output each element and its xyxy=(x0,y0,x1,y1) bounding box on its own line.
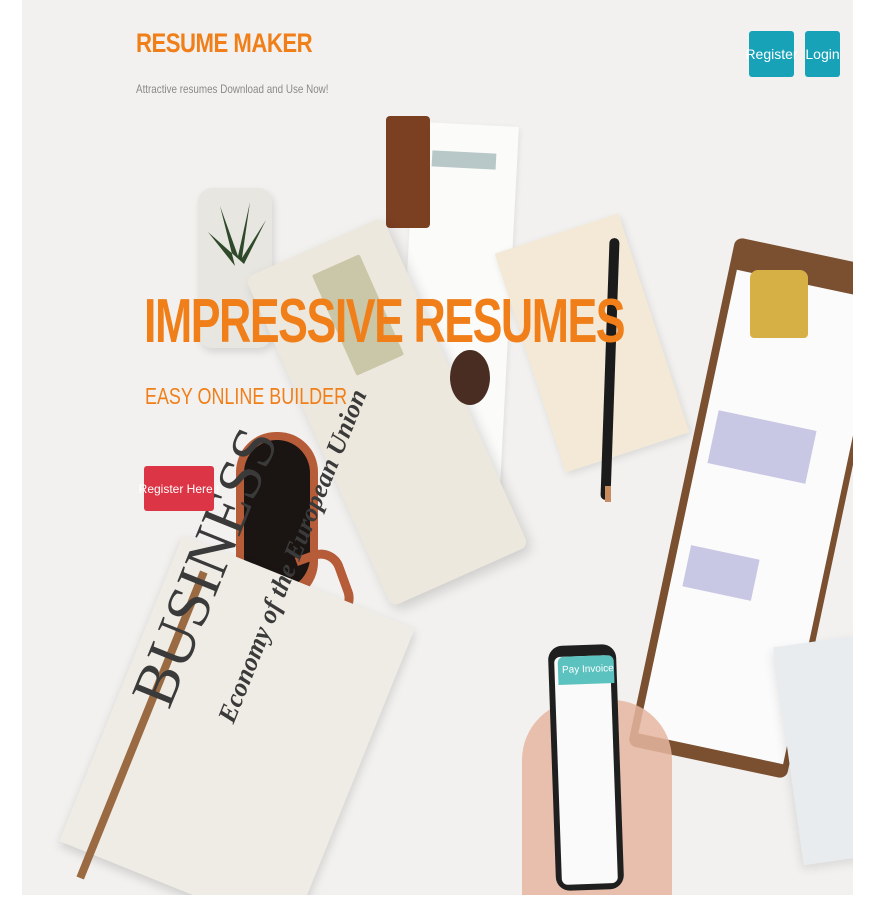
phone-title: Pay Invoice xyxy=(561,663,614,676)
phone-screen xyxy=(554,655,618,885)
wooden-stamp xyxy=(386,116,430,228)
wooden-knob xyxy=(450,350,490,405)
register-button[interactable]: Register xyxy=(745,31,798,77)
register-here-button[interactable]: Register Here ! xyxy=(139,466,219,511)
brand-logo[interactable]: RESUME MAKER xyxy=(136,28,313,59)
tagline: Attractive resumes Download and Use Now! xyxy=(136,82,329,96)
hero-headline: IMPRESSIVE RESUMES xyxy=(144,287,626,356)
succulent-plant xyxy=(208,202,266,266)
clipboard-clip xyxy=(750,270,808,338)
login-button[interactable]: Login xyxy=(805,31,840,77)
note-stripe xyxy=(431,150,497,170)
pen-tip xyxy=(605,486,611,502)
hero-section: BUSINESS Economy of the European Union P… xyxy=(22,0,853,895)
hero-subheadline: EASY ONLINE BUILDER xyxy=(145,383,348,409)
